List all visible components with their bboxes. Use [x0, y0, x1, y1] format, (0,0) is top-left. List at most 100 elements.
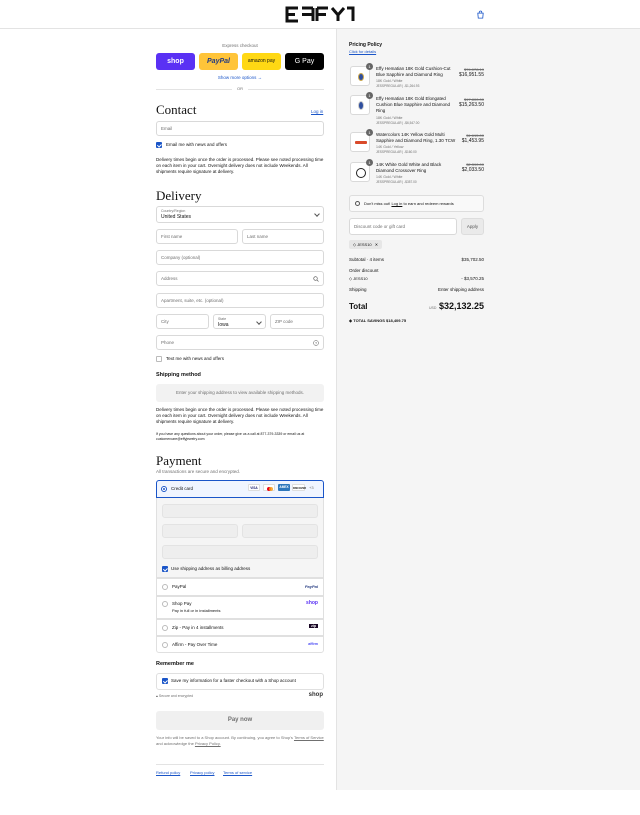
paypal-button[interactable]: PayPal	[199, 53, 238, 70]
total-label: Total	[349, 302, 368, 311]
last-name-field[interactable]: Last name	[242, 229, 324, 244]
email-field[interactable]: Email	[156, 121, 324, 136]
help-icon[interactable]: ?	[313, 340, 319, 346]
savings-value: $18,409.75	[386, 318, 407, 323]
first-name-field[interactable]: First name	[156, 229, 238, 244]
chevron-down-icon	[314, 211, 320, 217]
ring-image	[358, 73, 364, 81]
item-name: 14K White Gold White and Black Diamond C…	[376, 162, 442, 173]
rewards-text: Don't miss out! Log in to earn and redee…	[364, 201, 454, 206]
shop-pay-option[interactable]: Shop Pay Pay in full or in installments …	[156, 596, 324, 619]
brand-logo[interactable]	[284, 5, 356, 24]
total-savings: ◈ TOTAL SAVINGS $18,409.75	[349, 318, 406, 323]
login-link[interactable]: Log in	[311, 109, 323, 114]
quantity-badge: 1	[366, 159, 373, 166]
text-offers-label: Text me with news and offers	[166, 356, 224, 361]
show-more-options-link[interactable]: Show more options →	[156, 75, 324, 80]
item-variant: 18K Gold / White	[376, 79, 403, 83]
shop-pay-button[interactable]: shop	[156, 53, 195, 70]
mastercard-icon	[263, 484, 275, 491]
save-info-label: Save my information for a faster checkou…	[171, 678, 296, 683]
text-offers-checkbox[interactable]	[156, 356, 162, 362]
address-field[interactable]: Address	[156, 271, 324, 286]
billing-address-checkbox[interactable]	[162, 566, 168, 572]
chevron-down-icon	[256, 319, 262, 325]
terms-of-service-link[interactable]: Terms of Service	[294, 735, 324, 740]
country-select[interactable]: Country/Region United States	[156, 206, 324, 223]
company-field[interactable]: Company (optional)	[156, 250, 324, 265]
secure-note: 🔒︎ Secure and encrypted	[156, 694, 193, 698]
item-variant: 18K Gold / White	[376, 116, 403, 120]
payment-heading: Payment	[156, 453, 202, 468]
apartment-field[interactable]: Apartment, suite, etc. (optional)	[156, 293, 324, 308]
rewards-login-link[interactable]: Log in	[391, 201, 402, 206]
visa-icon: VISA	[248, 484, 260, 491]
shop-pay-radio[interactable]	[162, 601, 168, 607]
city-field[interactable]: City	[156, 314, 209, 329]
discount-code-field[interactable]: Discount code or gift card	[349, 218, 457, 235]
item-price: $2,033.50	[461, 167, 484, 173]
news-checkbox[interactable]	[156, 142, 162, 148]
address-placeholder: Address	[161, 276, 178, 281]
save-info-checkbox[interactable]	[162, 678, 168, 684]
google-pay-button[interactable]: G Pay	[285, 53, 324, 70]
shipping-note: Delivery times begin once the order is p…	[156, 407, 324, 424]
phone-placeholder: Phone	[161, 340, 175, 345]
paypal-radio[interactable]	[162, 584, 168, 590]
zip-radio[interactable]	[162, 625, 168, 631]
country-label: Country/Region	[161, 209, 186, 213]
divider	[156, 764, 324, 765]
state-select[interactable]: State Iowa	[213, 314, 266, 329]
affirm-radio[interactable]	[162, 642, 168, 648]
contact-note: If you have any questions about your ord…	[156, 432, 305, 441]
news-checkbox-label: Email me with news and offers	[166, 142, 227, 147]
legal-text: Your info will be saved to a Shop accoun…	[156, 735, 324, 747]
zip-placeholder: ZIP code	[275, 319, 293, 324]
express-checkout-title: Express checkout	[222, 43, 258, 48]
zip-option[interactable]: Zip - Pay in 4 installments zip	[156, 619, 324, 636]
remember-me-heading: Remember me	[156, 661, 194, 667]
item-discount: JESSPREGULAR | -$6,547.00	[376, 121, 420, 125]
paypal-option[interactable]: PayPal PayPal	[156, 578, 324, 596]
zip-field[interactable]: ZIP code	[270, 314, 324, 329]
discount-code-label: JESS10	[353, 276, 368, 281]
amex-icon: AMEX	[278, 484, 290, 491]
page-bottom	[0, 790, 640, 815]
tag-icon: ◇	[353, 242, 357, 247]
shipping-method-heading: Shipping method	[156, 372, 201, 378]
pricing-details-link[interactable]: Click for details	[349, 49, 376, 54]
paypal-option-label: PayPal	[172, 584, 187, 589]
item-name: Watercolors 14K Yellow Gold Multi Sapphi…	[376, 132, 456, 143]
google-pay-label: G Pay	[294, 58, 315, 65]
privacy-policy-footer-link[interactable]: Privacy policy	[190, 770, 214, 775]
ring-image	[358, 101, 364, 110]
legal-intro: Your info will be saved to a Shop accoun…	[156, 735, 293, 740]
amazon-pay-button[interactable]: amazon pay	[242, 53, 281, 70]
terms-of-service-footer-link[interactable]: Terms of service	[223, 770, 252, 775]
discount-tag-label: JESS10	[357, 242, 372, 247]
item-variant: 14K Gold / White	[376, 175, 403, 179]
shop-pay-option-label: Shop Pay	[172, 601, 192, 606]
pay-now-button[interactable]: Pay now	[156, 711, 324, 730]
phone-field[interactable]: Phone ?	[156, 335, 324, 350]
item-price: $15,263.50	[458, 102, 484, 108]
privacy-policy-link[interactable]: Privacy Policy.	[195, 741, 221, 746]
refund-policy-link[interactable]: Refund policy	[156, 770, 180, 775]
bag-icon[interactable]	[476, 10, 485, 19]
card-cvv-field[interactable]	[242, 524, 318, 538]
affirm-option[interactable]: Affirm - Pay Over Time affirm	[156, 636, 324, 653]
card-expiry-field[interactable]	[162, 524, 238, 538]
card-name-field[interactable]	[162, 545, 318, 559]
rewards-rest: to earn and redeem rewards	[403, 201, 454, 206]
header	[0, 0, 640, 29]
credit-card-radio[interactable]	[161, 486, 167, 492]
zip-logo: zip	[309, 624, 318, 628]
remove-discount-icon[interactable]: ✕	[375, 242, 378, 247]
rewards-intro: Don't miss out!	[364, 201, 391, 206]
card-number-field[interactable]	[162, 504, 318, 518]
shop-pay-logo: shop	[306, 600, 318, 606]
country-value: United States	[161, 214, 192, 220]
discount-tag: ◇ JESS10 ✕	[349, 240, 383, 249]
shipping-value: Enter shipping address	[437, 287, 484, 292]
apply-button[interactable]: Apply	[461, 218, 484, 235]
